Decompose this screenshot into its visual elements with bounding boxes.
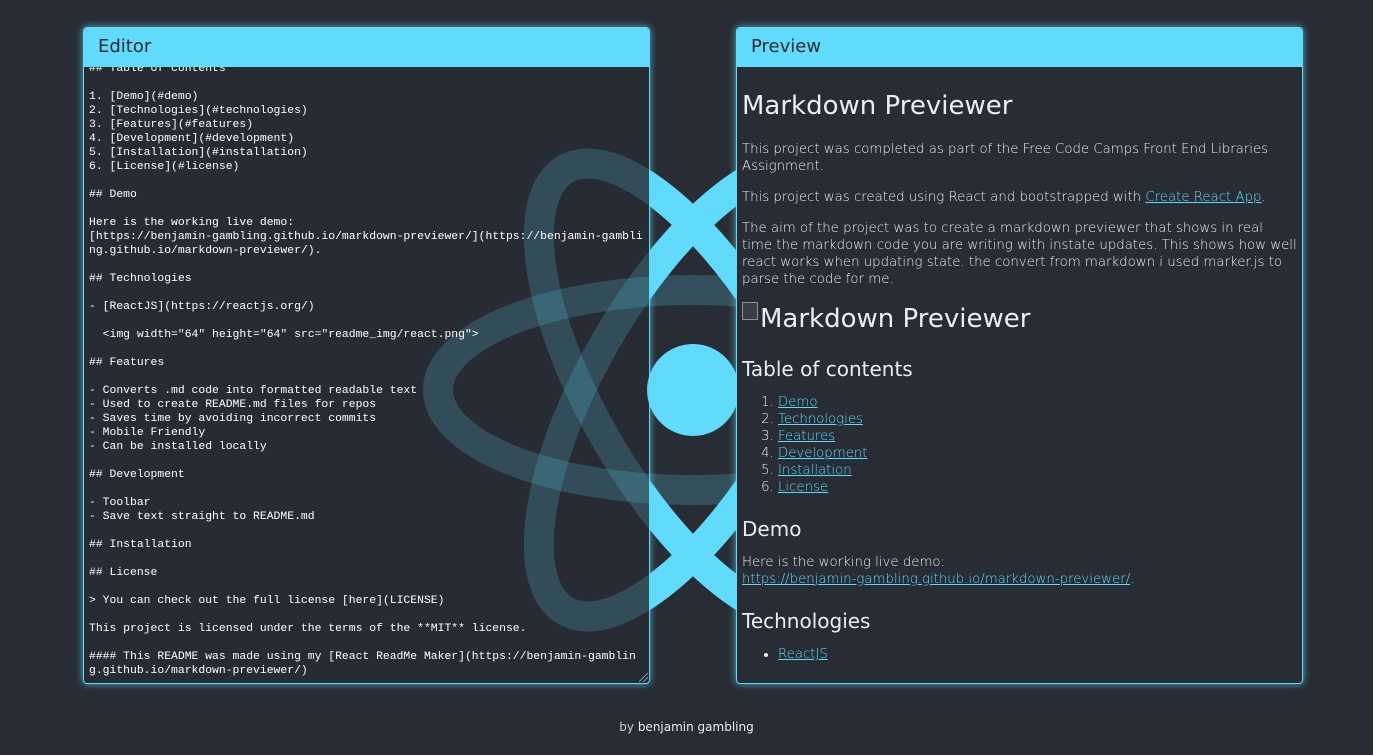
resize-handle-icon[interactable] — [639, 673, 648, 682]
toc-link[interactable]: Demo — [778, 395, 818, 410]
list-item: Technologies — [778, 411, 1297, 428]
footer-author: benjamin gambling — [637, 720, 754, 734]
list-item: ReactJS — [778, 646, 1297, 663]
reactjs-link[interactable]: ReactJS — [778, 647, 828, 662]
paragraph-text: . — [1130, 572, 1135, 587]
paragraph-text: . — [1261, 190, 1266, 205]
toc-link[interactable]: Installation — [778, 463, 852, 478]
preview-h2: Demo — [742, 517, 802, 541]
preview-paragraph: The aim of the project was to create a m… — [742, 221, 1297, 287]
preview-paragraph: This project was created using React and… — [742, 189, 1297, 206]
paragraph-text: Here is the working live demo: — [742, 555, 946, 570]
preview-content: Markdown Previewer This project was comp… — [737, 67, 1302, 683]
preview-header: Preview — [737, 28, 1302, 67]
toc-link[interactable]: Features — [778, 429, 835, 444]
create-react-app-link[interactable]: Create React App — [1145, 190, 1261, 205]
broken-image: Markdown Previewer — [742, 302, 1297, 336]
preview-paragraph: This project was completed as part of th… — [742, 142, 1269, 174]
footer-by: by — [619, 720, 634, 734]
broken-image-icon — [742, 302, 758, 320]
toc-link[interactable]: Technologies — [778, 412, 863, 427]
list-item: Features — [778, 428, 1297, 445]
editor-panel: Editor ## Table of contents 1. [Demo](#d… — [83, 27, 650, 684]
preview-h2: Table of contents — [742, 357, 913, 381]
editor-textarea[interactable]: ## Table of contents 1. [Demo](#demo) 2.… — [84, 67, 649, 683]
toc-list: Demo Technologies Features Development I… — [742, 394, 1297, 496]
list-item: License — [778, 479, 1297, 496]
editor-content[interactable]: ## Table of contents 1. [Demo](#demo) 2.… — [84, 67, 649, 678]
list-item: Demo — [778, 394, 1297, 411]
preview-paragraph: Here is the working live demo: https://be… — [742, 554, 1297, 588]
toc-link[interactable]: Development — [778, 446, 868, 461]
editor-header: Editor — [84, 28, 649, 67]
list-item: Development — [778, 445, 1297, 462]
demo-link[interactable]: https://benjamin-gambling.github.io/mark… — [742, 572, 1130, 587]
preview-h1: Markdown Previewer — [742, 91, 1013, 121]
image-alt-text: Markdown Previewer — [760, 304, 1031, 334]
list-item: Installation — [778, 462, 1297, 479]
paragraph-text: This project was created using React and… — [742, 190, 1146, 205]
preview-h2: Technologies — [742, 609, 871, 633]
tech-list: ReactJS — [742, 646, 1297, 663]
react-logo-nucleus — [647, 344, 739, 436]
preview-panel: Preview Markdown Previewer This project … — [736, 27, 1303, 684]
toc-link[interactable]: License — [778, 480, 828, 495]
footer: by benjamin gambling — [0, 720, 1373, 734]
